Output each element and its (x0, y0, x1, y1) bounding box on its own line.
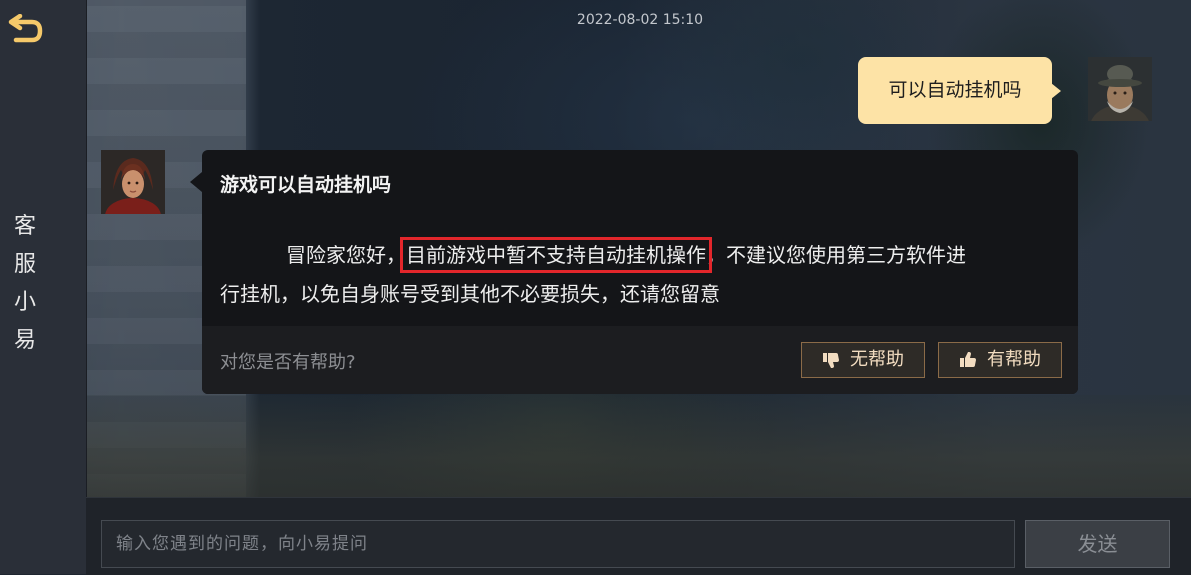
reply-line-2: 行挂机，以免自身账号受到其他不必要损失，还请您留意 (220, 282, 720, 306)
sidebar-title: 客 服 小 易 (0, 208, 50, 360)
feedback-bar: 对您是否有帮助? 无帮助 有帮助 (202, 326, 1078, 394)
agent-avatar (101, 150, 165, 214)
reply-line-1: 冒险家您好，目前游戏中暂不支持自动挂机操作，不建议您使用第三方软件进 (220, 236, 1065, 275)
helpful-button[interactable]: 有帮助 (938, 342, 1062, 378)
user-message-bubble: 可以自动挂机吗 (858, 57, 1061, 124)
reply-text: ，不建议您使用第三方软件进 (706, 243, 966, 267)
send-button[interactable]: 发送 (1025, 520, 1170, 568)
highlighted-answer: 目前游戏中暂不支持自动挂机操作 (400, 237, 712, 273)
sidebar: 客 服 小 易 (0, 0, 87, 574)
question-input[interactable] (101, 520, 1015, 568)
reply-title: 游戏可以自动挂机吗 (220, 174, 392, 196)
thumbs-up-icon (960, 352, 976, 367)
sidebar-title-char: 服 (13, 252, 36, 277)
sidebar-title-char: 小 (13, 290, 36, 315)
agent-reply-card: 游戏可以自动挂机吗 冒险家您好，目前游戏中暂不支持自动挂机操作，不建议您使用第三… (190, 150, 1078, 394)
user-avatar (1088, 57, 1152, 121)
not-helpful-button[interactable]: 无帮助 (801, 342, 925, 378)
background-ground (86, 395, 1191, 500)
thumbs-down-icon (823, 353, 839, 368)
not-helpful-label: 无帮助 (850, 349, 904, 370)
back-button[interactable] (6, 13, 46, 50)
helpful-label: 有帮助 (987, 349, 1041, 370)
sidebar-title-char: 客 (13, 214, 36, 239)
return-arrow-icon (8, 13, 43, 43)
feedback-question: 对您是否有帮助? (220, 352, 356, 373)
message-timestamp: 2022-08-02 15:10 (576, 12, 704, 28)
reply-body: 冒险家您好，目前游戏中暂不支持自动挂机操作，不建议您使用第三方软件进 行挂机，以… (220, 236, 1065, 314)
reply-text: 冒险家您好， (286, 243, 406, 267)
sidebar-title-char: 易 (13, 328, 36, 353)
input-bar: 发送 (86, 497, 1191, 575)
